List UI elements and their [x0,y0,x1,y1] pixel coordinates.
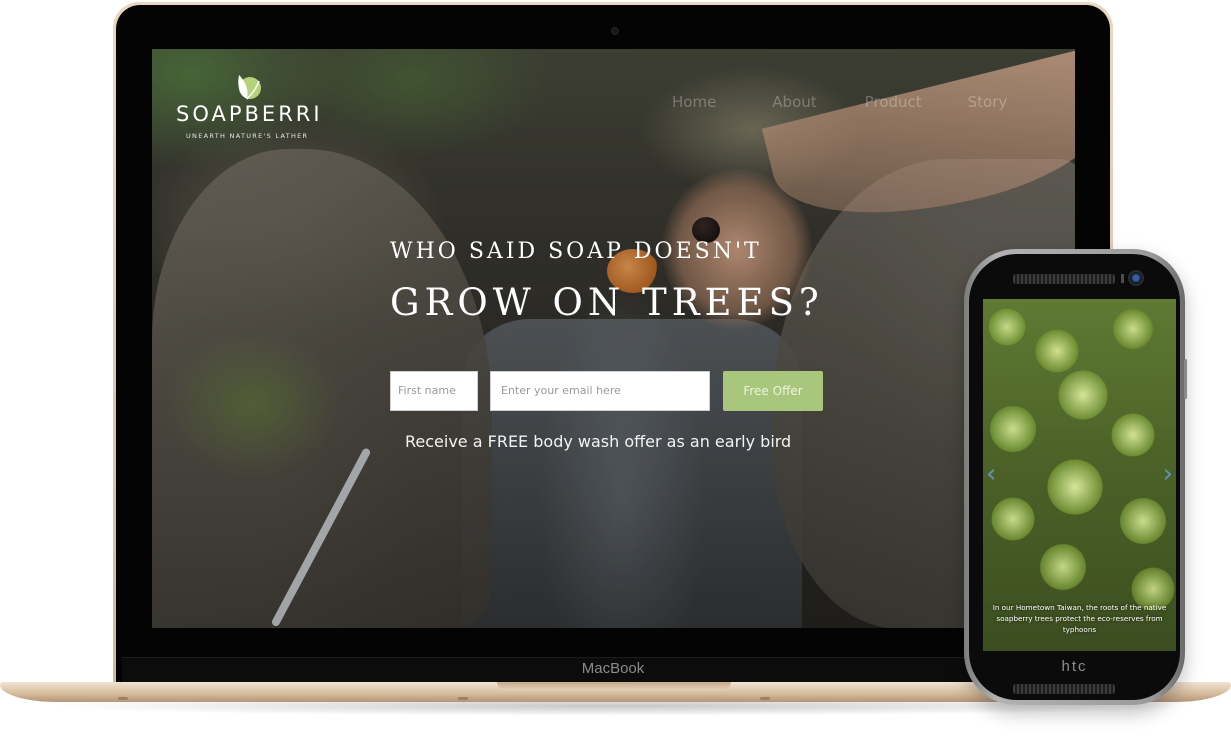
phone-screen: ‹ › In our Hometown Taiwan, the roots of… [983,299,1176,651]
phone-camera-icon [1130,272,1142,284]
chevron-left-icon[interactable]: ‹ [986,459,996,489]
free-offer-button[interactable]: Free Offer [723,371,823,411]
hero-title: GROW ON TREES? [390,281,824,324]
nav-item-about[interactable]: About [772,93,816,111]
website-screen: SOAPBERRI UNEARTH NATURE'S LATHER Home A… [152,49,1075,628]
laptop-brand-label: MacBook [581,660,645,677]
laptop-foot [118,697,128,700]
chevron-right-icon[interactable]: › [1163,459,1173,489]
logo-wordmark: SOAPBERRI [176,102,323,126]
phone-speaker-bottom [1013,684,1115,694]
device-mockup-stage: MacBook SOAPBERRI UNEARTH NATURE'S LATHE… [0,0,1231,737]
phone-device: ‹ › In our Hometown Taiwan, the roots of… [964,249,1187,705]
phone-brand-label: htc [1061,658,1088,675]
phone-sensor [1121,274,1124,283]
laptop-opening-notch [497,682,731,690]
early-bird-note: Receive a FREE body wash offer as an ear… [405,432,792,451]
nav-item-story[interactable]: Story [968,93,1008,111]
nav-item-product[interactable]: Product [865,93,922,111]
phone-bezel: ‹ › In our Hometown Taiwan, the roots of… [969,254,1180,700]
laptop-foot [760,697,770,700]
phone-speaker-top [1013,274,1115,284]
first-name-input[interactable]: First name [390,371,478,411]
laptop-camera [612,28,618,34]
slider-caption: In our Hometown Taiwan, the roots of the… [992,603,1167,634]
phone-side-button [1184,359,1187,399]
logo-tagline: UNEARTH NATURE'S LATHER [186,132,309,140]
email-input[interactable]: Enter your email here [490,371,710,411]
hero-subtitle: WHO SAID SOAP DOESN'T [390,239,762,264]
nav-item-home[interactable]: Home [672,93,716,111]
main-nav: Home About Product Story [672,93,1055,111]
leaf-icon [238,75,261,100]
laptop-foot [458,697,468,700]
